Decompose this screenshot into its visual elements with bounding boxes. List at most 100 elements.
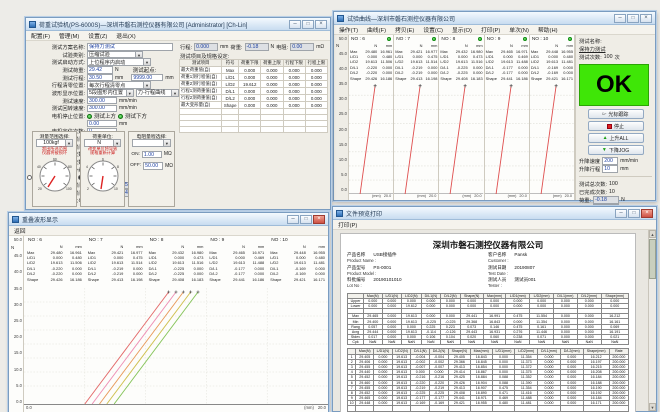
table-row[interactable]: 最大变形量(自)Shape0.0000.0000.0000.000: [180, 102, 328, 109]
svg-text:40: 40: [37, 165, 41, 169]
curve-panel[interactable]: NO : 10 Nmm Max29.44816.955 L/D10.0000.4…: [530, 35, 575, 200]
minimize-button[interactable]: [289, 20, 301, 29]
radio-test-above[interactable]: [87, 114, 92, 119]
cell: 最大变形量(自): [180, 102, 222, 109]
table-row[interactable]: [180, 126, 328, 132]
minimize-button[interactable]: [287, 215, 299, 224]
info-item: 料批编号20190101010 Lot No :: [347, 277, 488, 288]
table-row[interactable]: 荷重1测行程值(自)L/D10.0000.0000.0000.000: [180, 74, 328, 81]
panel-result-table: Nmm Max29.48016.961 L/D10.0000.480 L/D21…: [26, 244, 83, 282]
chevron-down-icon: ▾: [143, 82, 150, 88]
table-row[interactable]: 行程1测荷重值(自)D/L10.0000.0000.0000.000: [180, 88, 328, 95]
force-stroke-chart: [485, 81, 529, 194]
cell: 最大荷重值(自): [180, 67, 222, 74]
menu-item[interactable]: 打印(P): [338, 220, 357, 229]
zero-select[interactable]: 每次行程清零点▾: [87, 81, 151, 89]
window-overlap-waveform: 重叠波形显示 返回 N 50.045.040.035.030.025.020.0…: [8, 212, 329, 412]
panel-number: NO : 7: [89, 238, 103, 243]
maximize-button[interactable]: [302, 20, 314, 29]
menu-item[interactable]: 显示(O): [452, 25, 472, 34]
start-point-input[interactable]: [131, 74, 163, 81]
jog-up-button[interactable]: 上升ALL: [588, 133, 644, 143]
result-table-group: NO : 10 Nmm Max29.44816.955 L/D10.0000.4…: [267, 236, 328, 288]
scroll-up-icon[interactable]: ▲: [649, 230, 656, 238]
stop-button[interactable]: 停止: [588, 121, 644, 131]
table-row[interactable]: 荷重2测行程值(自)L/D219.6120.0000.0000.000: [180, 81, 328, 88]
res-on-input[interactable]: [142, 151, 162, 158]
menu-item[interactable]: 操作(T): [339, 25, 358, 34]
cell: Max: [222, 67, 239, 74]
return-speed-input[interactable]: [87, 105, 117, 112]
res-off-input[interactable]: [143, 162, 163, 169]
stop-offset-input[interactable]: [87, 120, 117, 127]
panel-number: NO : 10: [532, 37, 549, 42]
peak-marker-icon: [374, 84, 377, 88]
scroll-thumb[interactable]: [649, 239, 656, 279]
menu-item[interactable]: 单次(N): [509, 25, 529, 34]
speed-input[interactable]: [87, 97, 117, 104]
info-item: 客户名称Pansk Customer :: [488, 252, 629, 263]
spec-header-cell: 测试项目: [180, 60, 222, 67]
cell: 0.000: [239, 88, 261, 95]
minimize-button[interactable]: [614, 14, 626, 23]
curve-panel[interactable]: NO : 8 Nmm Max29.43216.980 L/D10.0000.47…: [439, 35, 484, 200]
unit-gauge-dial: 2 4 6 8 10: [83, 156, 123, 194]
menu-item[interactable]: 设置(Z): [88, 31, 107, 40]
resistance-range-select[interactable]: ▾: [132, 139, 171, 147]
scroll-down-icon[interactable]: ▼: [649, 403, 656, 411]
jog-down-button[interactable]: 下降JOG: [588, 145, 644, 155]
close-button[interactable]: [640, 14, 652, 23]
plan-name-input[interactable]: [87, 43, 173, 50]
titlebar-test-config[interactable]: 荷重试验机(PS-6000S)—深圳市磐石测控仪器有限公司 [Administr…: [26, 18, 330, 31]
menubar: 打印(P): [333, 220, 656, 230]
wave2-select[interactable]: 力-行程曲线▾: [136, 89, 179, 97]
radio-test-below[interactable]: [118, 114, 123, 119]
cell: 0.000: [283, 88, 305, 95]
load-gauge-dial: 20 40 60 80 100: [35, 156, 75, 194]
arrow-down-icon: [602, 147, 607, 153]
menu-item[interactable]: 返回: [14, 226, 26, 235]
maximize-button[interactable]: [628, 209, 640, 218]
menu-item[interactable]: 退出(X): [116, 31, 135, 40]
curve-panel[interactable]: NO : 6 Nmm Max29.48016.961 L/D10.0000.48…: [349, 35, 394, 200]
stroke-input[interactable]: [87, 74, 113, 81]
force-stroke-chart: [530, 81, 574, 194]
titlebar-report-preview[interactable]: 文件预览打印: [333, 207, 656, 220]
overlap-result-tables: NO : 6 Nmm Max29.48016.961 L/D10.0000.48…: [24, 236, 328, 288]
menu-item[interactable]: 打印(P): [481, 25, 500, 34]
menu-item[interactable]: 拷贝(E): [395, 25, 414, 34]
curve-panel[interactable]: NO : 7 Nmm Max29.42116.977 L/D10.0000.47…: [394, 35, 439, 200]
load-input[interactable]: [87, 66, 113, 73]
minimize-button[interactable]: [615, 209, 627, 218]
chevron-down-icon: ▾: [171, 90, 178, 96]
titlebar-overlap-waveform[interactable]: 重叠波形显示: [9, 213, 328, 226]
menu-item[interactable]: 设置(C): [423, 25, 443, 34]
menu-item[interactable]: 曲线(F): [367, 25, 386, 34]
table-row[interactable]: 行程2测荷重值(自)D/L20.0000.0000.0000.000: [180, 95, 328, 102]
scrollbar[interactable]: ▲ ▼: [648, 230, 656, 411]
menu-item[interactable]: 配置(F): [31, 31, 50, 40]
close-button[interactable]: [313, 215, 325, 224]
maximize-button[interactable]: [300, 215, 312, 224]
menu-item[interactable]: 管理(M): [59, 31, 79, 40]
cursor-track-button[interactable]: 光标跟踪: [588, 109, 644, 119]
wave-select[interactable]: 5段图形内位置▾: [87, 89, 134, 97]
close-button[interactable]: [641, 209, 653, 218]
jog-stroke-input[interactable]: [602, 165, 618, 172]
category-select[interactable]: 压缩试验▾: [87, 51, 143, 59]
titlebar-test-curves[interactable]: 试验曲线—深圳市磐石测控仪器有限公司: [334, 12, 655, 25]
maximize-button[interactable]: [627, 14, 639, 23]
table-row[interactable]: 最大荷重值(自)Max0.0000.0000.0000.000: [180, 67, 328, 74]
svg-text:100: 100: [66, 187, 72, 191]
y-tick: 5.0: [341, 173, 347, 177]
jog-speed-input[interactable]: [602, 157, 618, 164]
curve-panel[interactable]: NO : 9 Nmm Max29.46516.971 L/D10.0000.46…: [485, 35, 530, 200]
spec-table-title: 测试项目及规格设定:: [179, 52, 330, 59]
menu-item[interactable]: 帮助(H): [538, 25, 558, 34]
report-body: 深圳市磐石测控仪器有限公司 产品名称USB接插件 Product Name : …: [333, 230, 656, 411]
svg-text:4: 4: [86, 165, 88, 169]
row-label: Cpk: [348, 340, 364, 345]
spec-header-cell: 荷重下限: [239, 60, 261, 67]
cell: 0.000: [283, 102, 305, 109]
close-button[interactable]: [315, 20, 327, 29]
